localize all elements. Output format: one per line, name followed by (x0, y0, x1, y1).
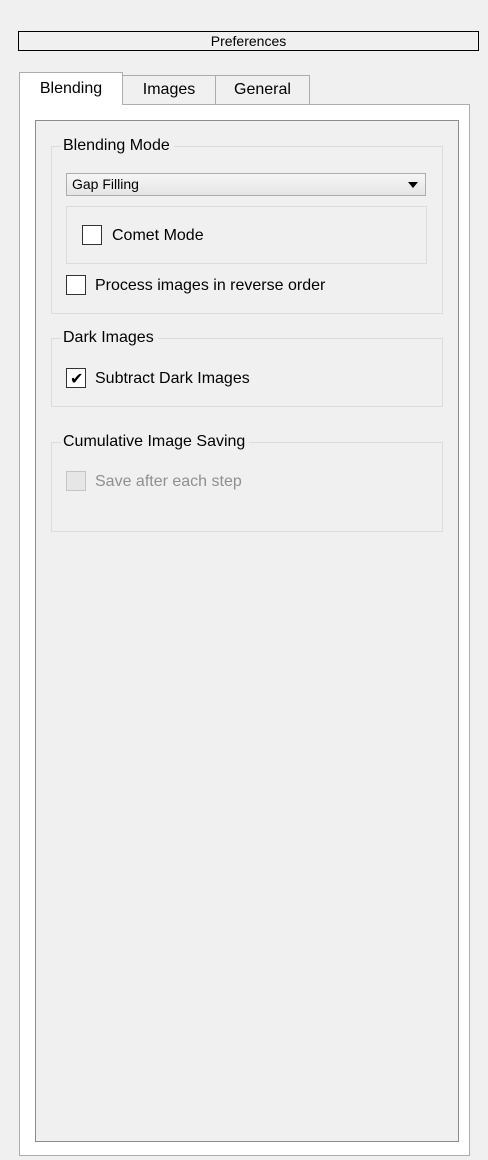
chevron-down-icon (408, 182, 418, 188)
subtract-dark-label[interactable]: Subtract Dark Images (95, 369, 250, 389)
comet-mode-checkbox[interactable] (82, 225, 102, 245)
save-each-step-checkbox[interactable] (66, 471, 86, 491)
reverse-order-label[interactable]: Process images in reverse order (95, 276, 325, 296)
dark-images-group-title: Dark Images (61, 329, 158, 347)
save-each-step-label[interactable]: Save after each step (95, 472, 242, 492)
cumulative-saving-group-title: Cumulative Image Saving (61, 433, 250, 451)
comet-mode-label[interactable]: Comet Mode (112, 226, 204, 246)
reverse-order-checkbox[interactable] (66, 275, 86, 295)
checkmark-icon: ✔ (70, 369, 84, 388)
window-title: Preferences (18, 31, 479, 51)
blending-mode-group-title: Blending Mode (61, 137, 174, 155)
tab-images[interactable]: Images (122, 75, 216, 104)
tab-blending[interactable]: Blending (19, 72, 123, 105)
blending-mode-select[interactable]: Gap Filling (66, 173, 426, 196)
tab-general[interactable]: General (215, 75, 310, 104)
subtract-dark-checkbox[interactable]: ✔ (66, 368, 86, 388)
blending-mode-select-value: Gap Filling (72, 176, 139, 192)
